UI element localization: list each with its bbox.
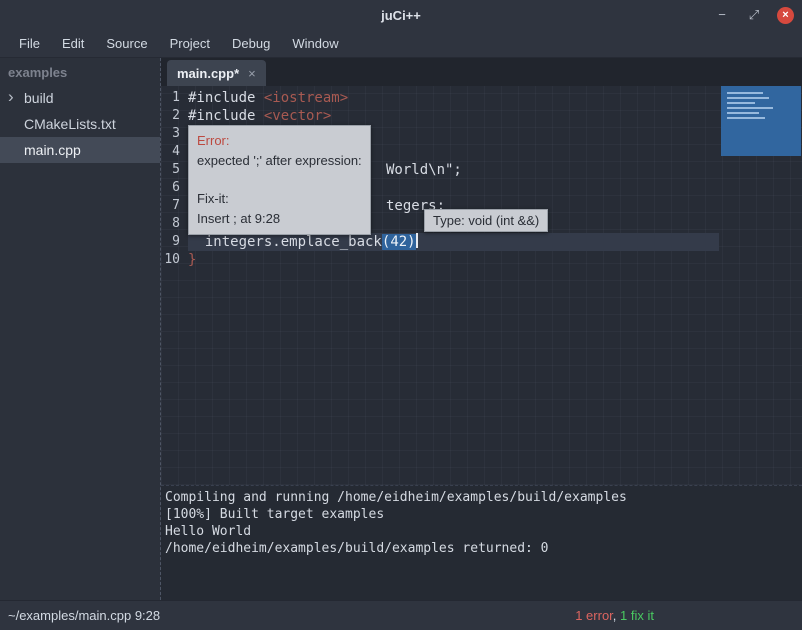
text-cursor — [416, 233, 418, 248]
code-line-current[interactable]: 9 integers.emplace_back(42) — [161, 233, 719, 251]
tab-close-icon[interactable]: × — [248, 67, 256, 80]
line-number: 2 — [161, 107, 180, 125]
number-token: 42 — [390, 234, 407, 250]
tab-main-cpp[interactable]: main.cpp* × — [167, 60, 266, 86]
minimap[interactable] — [719, 86, 802, 485]
minimap-code-line — [727, 112, 759, 114]
tree-item-label: CMakeLists.txt — [24, 116, 116, 132]
string-fragment: World\n"; — [386, 162, 462, 178]
menu-source[interactable]: Source — [95, 30, 158, 57]
preprocessor-token: #include — [188, 90, 264, 106]
restore-button[interactable]: ⤢ — [745, 6, 763, 24]
statusbar: ~/examples/main.cpp 9:28 1 error, 1 fix … — [0, 600, 802, 630]
minimap-visible-region[interactable] — [721, 86, 801, 156]
window-controls: − ⤢ × — [713, 0, 794, 30]
line-number: 1 — [161, 89, 180, 107]
console-line: [100%] Built target examples — [165, 506, 802, 523]
include-token: <iostream> — [264, 90, 348, 106]
include-token: <vector> — [264, 108, 331, 124]
minimap-code-line — [727, 92, 763, 94]
fixit-label: Fix-it: — [197, 189, 362, 209]
file-tree: examples › build CMakeLists.txt main.cpp — [0, 58, 161, 600]
line-number: 10 — [161, 251, 180, 269]
line-number: 3 — [161, 125, 180, 143]
console-line: /home/eidheim/examples/build/examples re… — [165, 540, 802, 557]
menu-file[interactable]: File — [8, 30, 51, 57]
console-line: Compiling and running /home/eidheim/exam… — [165, 489, 802, 506]
brace-token: } — [188, 252, 196, 268]
tooltip-spacer — [197, 171, 362, 189]
minimap-code-line — [727, 117, 765, 119]
diagnostics-separator: , — [613, 608, 620, 623]
cursor-location: ~/examples/main.cpp 9:28 — [8, 608, 160, 623]
error-tooltip: Error: expected ';' after expression: Fi… — [188, 125, 371, 235]
code-token: integers.emplace_back — [188, 234, 382, 250]
editor-column: main.cpp* × 1 #include <iostream> 2 #inc… — [161, 58, 802, 600]
error-count: 1 error — [575, 608, 613, 623]
code-line[interactable]: 2 #include <vector> — [161, 107, 719, 125]
menu-project[interactable]: Project — [159, 30, 221, 57]
app-window: juCi++ − ⤢ × File Edit Source Project De… — [0, 0, 802, 630]
tree-item-cmakelists[interactable]: CMakeLists.txt — [0, 111, 160, 137]
code-editor[interactable]: 1 #include <iostream> 2 #include <vector… — [161, 86, 802, 485]
titlebar[interactable]: juCi++ − ⤢ × — [0, 0, 802, 30]
error-tooltip-message: expected ';' after expression: — [197, 151, 362, 171]
tab-bar: main.cpp* × — [161, 58, 802, 86]
line-number: 8 — [161, 215, 180, 233]
minimap-code-line — [727, 97, 769, 99]
project-name: examples — [0, 58, 160, 85]
main-area: examples › build CMakeLists.txt main.cpp… — [0, 58, 802, 600]
output-console[interactable]: Compiling and running /home/eidheim/exam… — [161, 485, 802, 600]
menu-window[interactable]: Window — [281, 30, 349, 57]
diagnostics-summary: 1 error, 1 fix it — [575, 608, 654, 623]
line-number: 7 — [161, 197, 180, 215]
fixit-text: Insert ; at 9:28 — [197, 209, 362, 229]
close-button[interactable]: × — [777, 7, 794, 24]
line-number: 6 — [161, 179, 180, 197]
fixit-count: 1 fix it — [620, 608, 654, 623]
bracket-close: ) — [407, 234, 415, 250]
minimap-code-line — [727, 102, 755, 104]
menu-debug[interactable]: Debug — [221, 30, 281, 57]
type-tooltip: Type: void (int &&) — [424, 209, 548, 232]
error-tooltip-title: Error: — [197, 131, 362, 151]
chevron-right-icon: › — [8, 85, 14, 109]
tree-item-label: main.cpp — [24, 142, 81, 158]
minimap-code-line — [727, 107, 773, 109]
line-number: 9 — [161, 233, 180, 251]
preprocessor-token: #include — [188, 108, 264, 124]
tree-item-label: build — [24, 90, 54, 106]
line-number: 4 — [161, 143, 180, 161]
window-title: juCi++ — [381, 8, 421, 23]
menu-edit[interactable]: Edit — [51, 30, 95, 57]
code-line[interactable]: 1 #include <iostream> — [161, 89, 719, 107]
minimize-button[interactable]: − — [713, 6, 731, 24]
console-line: Hello World — [165, 523, 802, 540]
tree-item-build[interactable]: › build — [0, 85, 160, 111]
code-line[interactable]: 10 } — [161, 251, 719, 269]
tree-item-maincpp[interactable]: main.cpp — [0, 137, 160, 163]
tab-label: main.cpp* — [177, 66, 239, 81]
menubar: File Edit Source Project Debug Window — [0, 30, 802, 58]
line-number: 5 — [161, 161, 180, 179]
